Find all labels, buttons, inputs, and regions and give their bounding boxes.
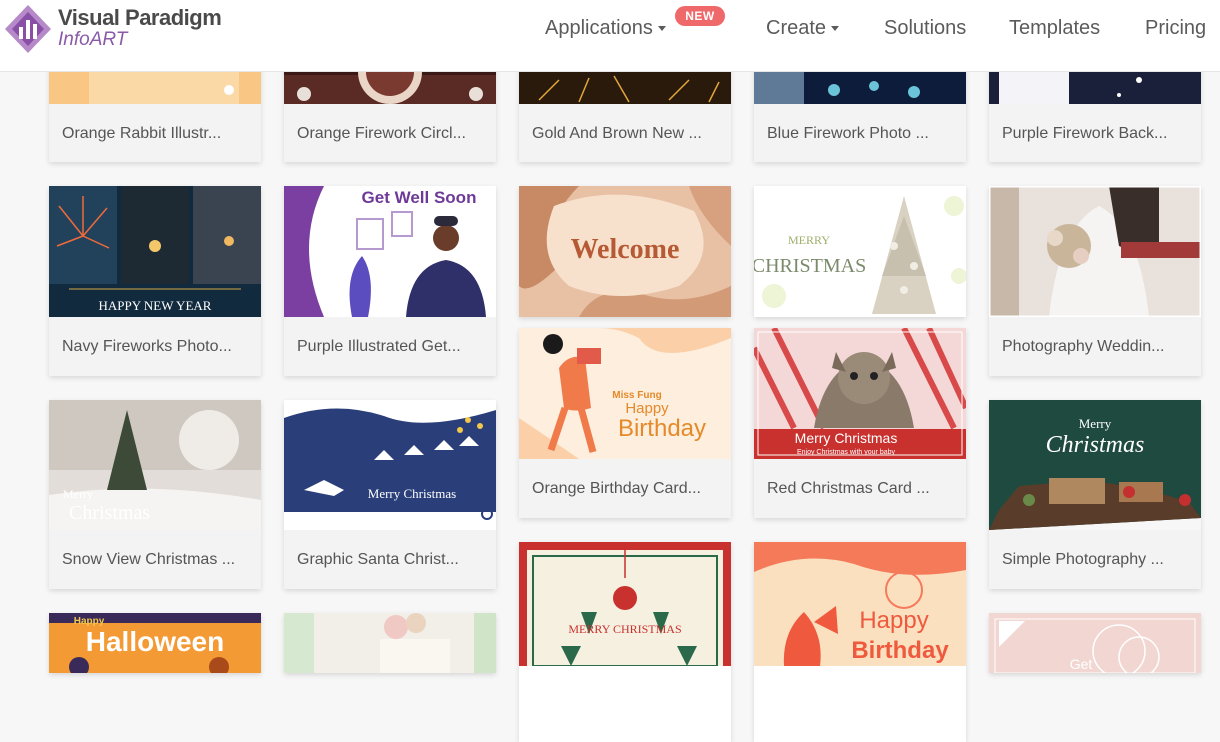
logo-mark-icon (5, 5, 51, 53)
nav-pricing[interactable]: Pricing (1145, 0, 1206, 56)
thumb-text: Merry Christmas (795, 430, 898, 446)
template-title: Simple Photography ... (989, 530, 1201, 589)
template-card[interactable]: Merry Christmas Snow View Christmas ... (49, 400, 261, 589)
thumb-text: Welcome (571, 234, 680, 265)
template-thumbnail: Happy Halloween (49, 613, 261, 673)
nav-templates[interactable]: Templates (1009, 0, 1100, 56)
thumb-text: Christmas (69, 502, 150, 524)
template-thumbnail: Merry Christmas (284, 400, 496, 530)
template-card[interactable]: Photography Weddin... (989, 186, 1201, 376)
thumb-text: Merry (1079, 416, 1112, 431)
thumb-text: Get (1070, 656, 1093, 672)
chevron-down-icon (831, 25, 840, 31)
template-title: Orange Firework Circl... (284, 104, 496, 162)
template-card[interactable]: MERRY CHRISTMAS (754, 186, 966, 317)
thumb-text: Enjoy Christmas with your baby (797, 449, 896, 456)
thumb-text: Merry (63, 487, 93, 501)
template-thumbnail: Merry Christmas Enjoy Christmas with you… (754, 328, 966, 459)
template-thumbnail: MERRY CHRISTMAS (519, 542, 731, 742)
template-card[interactable]: Miss Fung Happy Birthday Orange Birthday… (519, 328, 731, 518)
nav-applications[interactable]: Applications (545, 0, 666, 56)
thumb-text: Merry Christmas (368, 486, 456, 501)
template-card[interactable]: HAPPY NEW YEAR Navy Fireworks Photo... (49, 186, 261, 376)
thumb-text: Happy (859, 607, 928, 634)
top-navigation-bar: Visual Paradigm InfoART Applications NEW… (0, 0, 1220, 72)
thumb-text: CHRISTMAS (754, 255, 866, 277)
template-title: Purple Firework Back... (989, 104, 1201, 162)
template-title: Navy Fireworks Photo... (49, 317, 261, 376)
template-title: Graphic Santa Christ... (284, 530, 496, 589)
template-card[interactable]: Get (989, 613, 1201, 673)
thumb-text: Halloween (86, 626, 224, 657)
thumb-text: MERRY (788, 233, 830, 247)
template-title: Orange Rabbit Illustr... (49, 104, 261, 162)
brand-name: Visual Paradigm (58, 5, 222, 30)
template-thumbnail (284, 613, 496, 673)
template-thumbnail: Miss Fung Happy Birthday (519, 328, 731, 459)
template-title: Gold And Brown New ... (519, 104, 731, 162)
template-thumbnail: Welcome (519, 186, 731, 317)
nav-create-label: Create (766, 16, 827, 39)
template-thumbnail (989, 186, 1201, 317)
nav-applications-label: Applications (545, 16, 653, 39)
template-card[interactable]: Welcome (519, 186, 731, 317)
thumb-text: Get Well Soon (362, 188, 477, 207)
chevron-down-icon (657, 25, 666, 31)
template-title: Snow View Christmas ... (49, 530, 261, 589)
template-title: Orange Birthday Card... (519, 459, 731, 518)
thumb-text: Birthday (851, 637, 949, 664)
template-thumbnail: MERRY CHRISTMAS (754, 186, 966, 317)
template-card[interactable]: Merry Christmas Graphic Santa Christ... (284, 400, 496, 589)
nav-solutions[interactable]: Solutions (884, 0, 966, 56)
template-thumbnail: Merry Christmas (989, 400, 1201, 530)
nav-create[interactable]: Create (766, 0, 840, 56)
thumb-text: HAPPY NEW YEAR (99, 298, 212, 313)
template-card[interactable]: Happy Birthday (754, 542, 966, 742)
template-title: Red Christmas Card ... (754, 459, 966, 518)
thumb-text: Birthday (618, 415, 706, 442)
template-title: Blue Firework Photo ... (754, 104, 966, 162)
template-card[interactable]: MERRY CHRISTMAS (519, 542, 731, 742)
template-thumbnail: Get (989, 613, 1201, 673)
product-name: InfoART (58, 29, 128, 50)
template-thumbnail: Happy Birthday (754, 542, 966, 742)
template-card[interactable]: Merry Christmas Enjoy Christmas with you… (754, 328, 966, 518)
template-thumbnail: HAPPY NEW YEAR (49, 186, 261, 317)
thumb-text: Christmas (1046, 432, 1145, 458)
thumb-text: MERRY CHRISTMAS (568, 622, 681, 636)
template-title: Photography Weddin... (989, 317, 1201, 376)
new-badge: NEW (675, 6, 725, 26)
template-card[interactable] (284, 613, 496, 673)
template-card[interactable]: Merry Christmas Simple Photography ... (989, 400, 1201, 589)
template-card[interactable]: Happy Halloween (49, 613, 261, 673)
template-card[interactable]: Get Well Soon Purple Illustrated Get... (284, 186, 496, 376)
template-thumbnail: Merry Christmas (49, 400, 261, 530)
template-title: Purple Illustrated Get... (284, 317, 496, 376)
template-thumbnail: Get Well Soon (284, 186, 496, 317)
visual-paradigm-logo[interactable]: Visual Paradigm InfoART (3, 3, 233, 59)
